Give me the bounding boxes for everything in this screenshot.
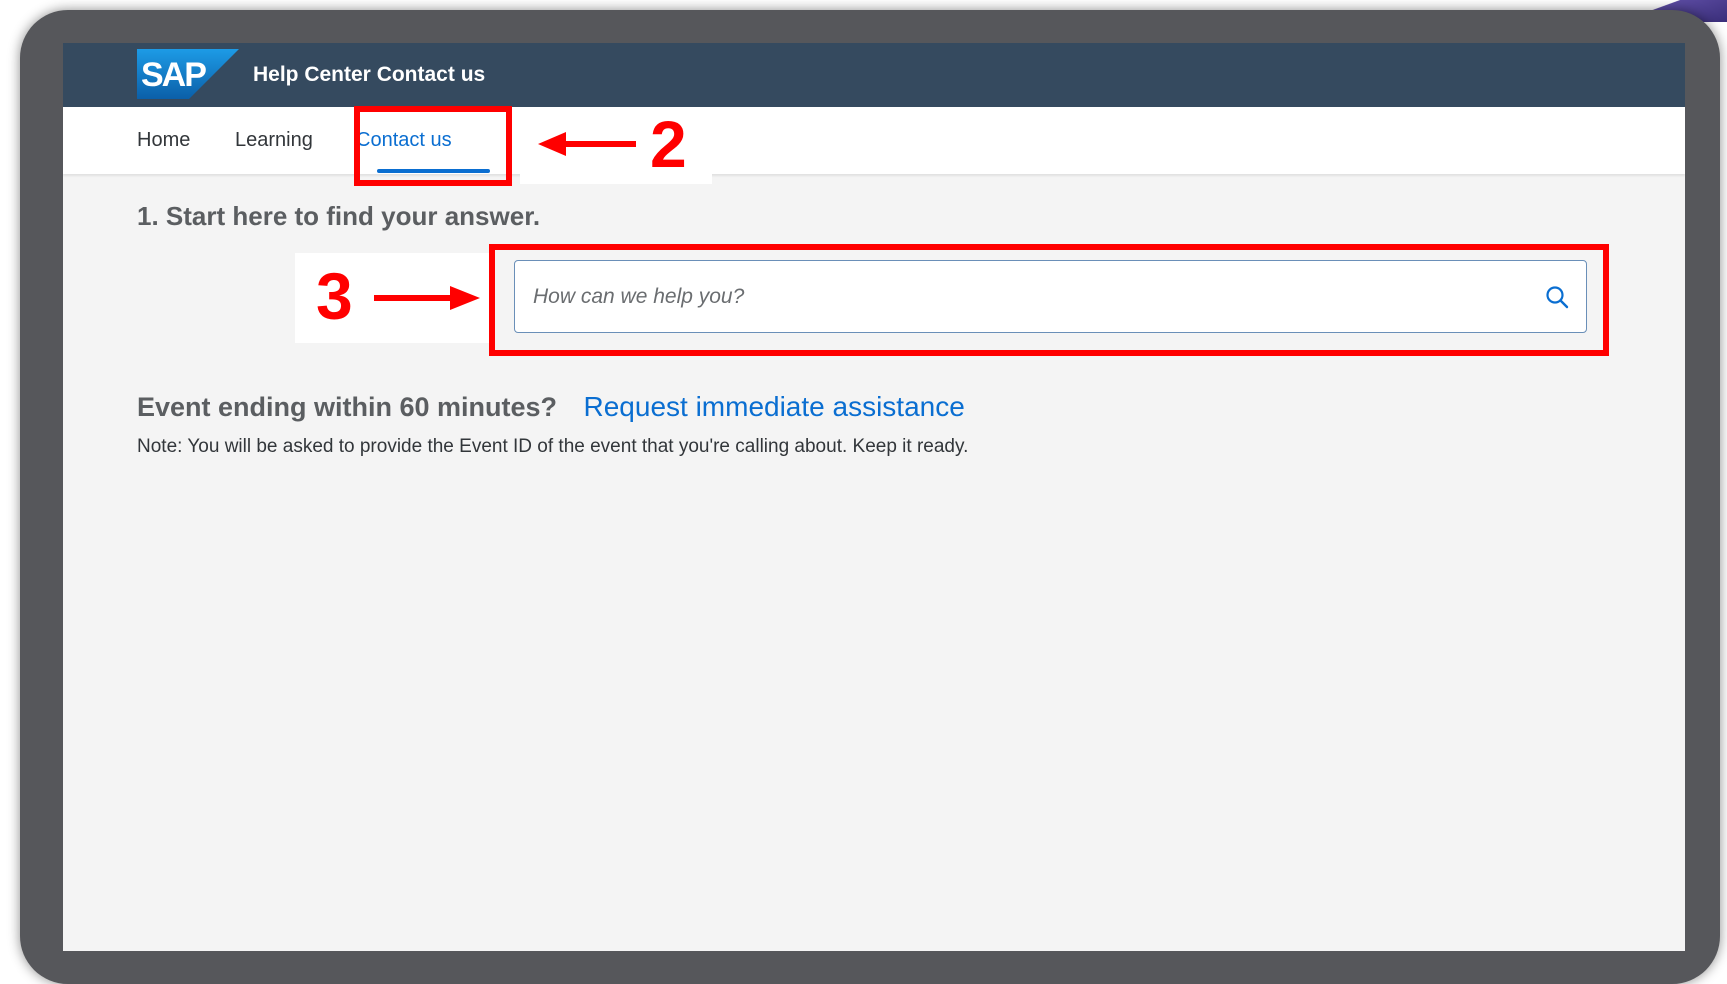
annotation-box-tab [354,106,512,186]
svg-text:SAP: SAP [141,56,206,94]
browser-screen: SAP Help Center Contact us Home Learning… [63,43,1685,951]
app-title: Help Center Contact us [253,63,486,86]
event-question: Event ending within 60 minutes? [137,392,558,422]
tab-learning[interactable]: Learning [235,129,313,152]
section-title: 1. Start here to find your answer. [137,201,541,231]
annotation-arrow-right-icon [374,286,480,310]
shell-bar: SAP Help Center Contact us [63,43,1685,107]
tab-bar: Home Learning Contact us [63,107,1685,174]
event-note: Note: You will be asked to provide the E… [137,436,969,457]
annotation-arrow-left-icon [538,132,636,156]
sap-logo[interactable]: SAP [137,49,239,99]
annotation-step-2: 2 [650,107,687,181]
annotation-step-3: 3 [316,259,353,333]
annotation-box-search [489,244,1609,356]
tab-home[interactable]: Home [137,129,190,152]
event-line: Event ending within 60 minutes? Request … [137,391,965,423]
request-assistance-link[interactable]: Request immediate assistance [584,391,965,422]
